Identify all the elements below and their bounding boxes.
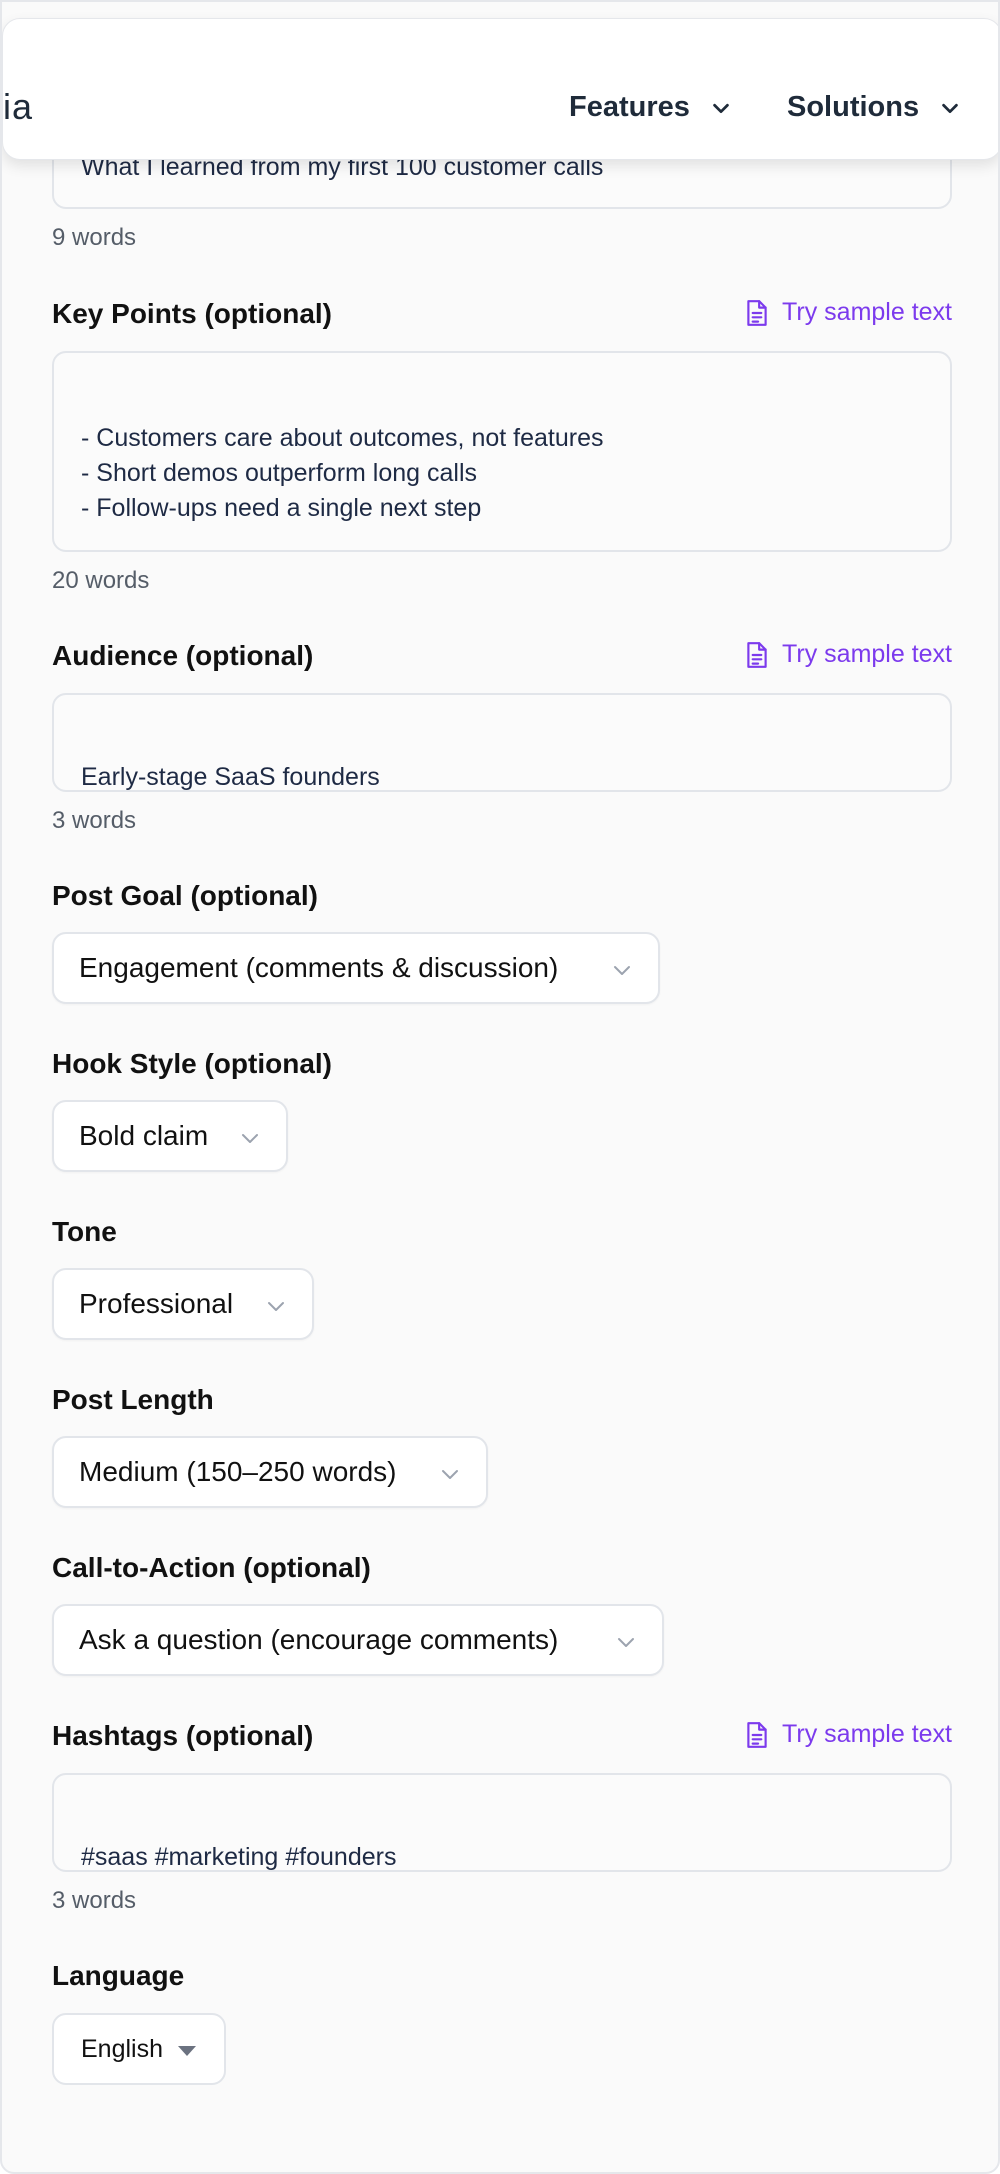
tone-select[interactable]: Professional — [52, 1268, 314, 1340]
language-select[interactable]: English — [52, 2013, 226, 2085]
cta-label: Call-to-Action (optional) — [52, 1552, 371, 1583]
chevron-down-icon — [942, 103, 958, 113]
nav-features-label: Features — [569, 91, 690, 123]
post-length-select[interactable]: Medium (150–250 words) — [52, 1436, 488, 1508]
key-points-value: - Customers care about outcomes, not fea… — [81, 424, 604, 522]
key-points-word-count: 20 words — [52, 567, 150, 594]
page-frame: ia Features Solutions What I learned fro… — [0, 0, 1000, 2174]
hook-style-select[interactable]: Bold claim — [52, 1100, 288, 1172]
chevron-down-icon — [618, 1638, 634, 1647]
nav-solutions-menu[interactable]: Solutions — [787, 91, 961, 124]
post-goal-select[interactable]: Engagement (comments & discussion) — [52, 932, 660, 1004]
brand-logo[interactable]: ia — [3, 89, 33, 125]
audience-value: Early-stage SaaS founders — [81, 763, 380, 791]
language-label: Language — [52, 1960, 185, 1991]
cta-select[interactable]: Ask a question (encourage comments) — [52, 1604, 664, 1676]
nav-features-menu[interactable]: Features — [569, 91, 732, 124]
top-navigation-bar: ia Features Solutions — [2, 18, 998, 160]
audience-try-sample-link[interactable]: Try sample text — [744, 640, 952, 669]
key-points-label: Key Points (optional) — [52, 298, 332, 329]
language-selected: English — [81, 2034, 163, 2063]
hashtags-word-count: 3 words — [52, 1887, 137, 1914]
post-goal-selected: Engagement (comments & discussion) — [79, 952, 559, 983]
audience-label: Audience (optional) — [52, 640, 314, 671]
audience-input[interactable]: Early-stage SaaS founders — [52, 693, 952, 792]
chevron-down-icon — [442, 1470, 458, 1479]
nav-solutions-label: Solutions — [787, 91, 920, 123]
chevron-down-icon — [242, 1134, 258, 1143]
hook-style-selected: Bold claim — [79, 1120, 209, 1151]
document-text-icon — [747, 1721, 767, 1748]
cta-selected: Ask a question (encourage comments) — [79, 1624, 559, 1655]
post-length-label: Post Length — [52, 1384, 214, 1415]
document-text-icon — [747, 641, 767, 668]
audience-try-sample-label: Try sample text — [782, 640, 952, 668]
key-points-textarea[interactable]: - Customers care about outcomes, not fea… — [52, 351, 952, 552]
hashtags-try-sample-label: Try sample text — [782, 1720, 952, 1748]
chevron-down-icon — [268, 1302, 284, 1311]
key-points-try-sample-label: Try sample text — [782, 298, 952, 326]
chevron-down-icon — [713, 103, 729, 113]
post-topic-word-count: 9 words — [52, 224, 137, 251]
tone-selected: Professional — [79, 1288, 234, 1319]
hashtags-try-sample-link[interactable]: Try sample text — [744, 1720, 952, 1749]
chevron-down-icon — [614, 966, 630, 975]
post-length-selected: Medium (150–250 words) — [79, 1456, 397, 1487]
hashtags-input[interactable]: #saas #marketing #founders — [52, 1773, 952, 1872]
hook-style-label: Hook Style (optional) — [52, 1048, 332, 1079]
audience-word-count: 3 words — [52, 807, 137, 834]
hashtags-value: #saas #marketing #founders — [81, 1843, 397, 1871]
hashtags-label: Hashtags (optional) — [52, 1720, 314, 1751]
tone-label: Tone — [52, 1216, 117, 1247]
caret-down-icon — [178, 2046, 196, 2056]
key-points-try-sample-link[interactable]: Try sample text — [744, 298, 952, 327]
document-text-icon — [747, 299, 767, 326]
post-goal-label: Post Goal (optional) — [52, 880, 318, 911]
